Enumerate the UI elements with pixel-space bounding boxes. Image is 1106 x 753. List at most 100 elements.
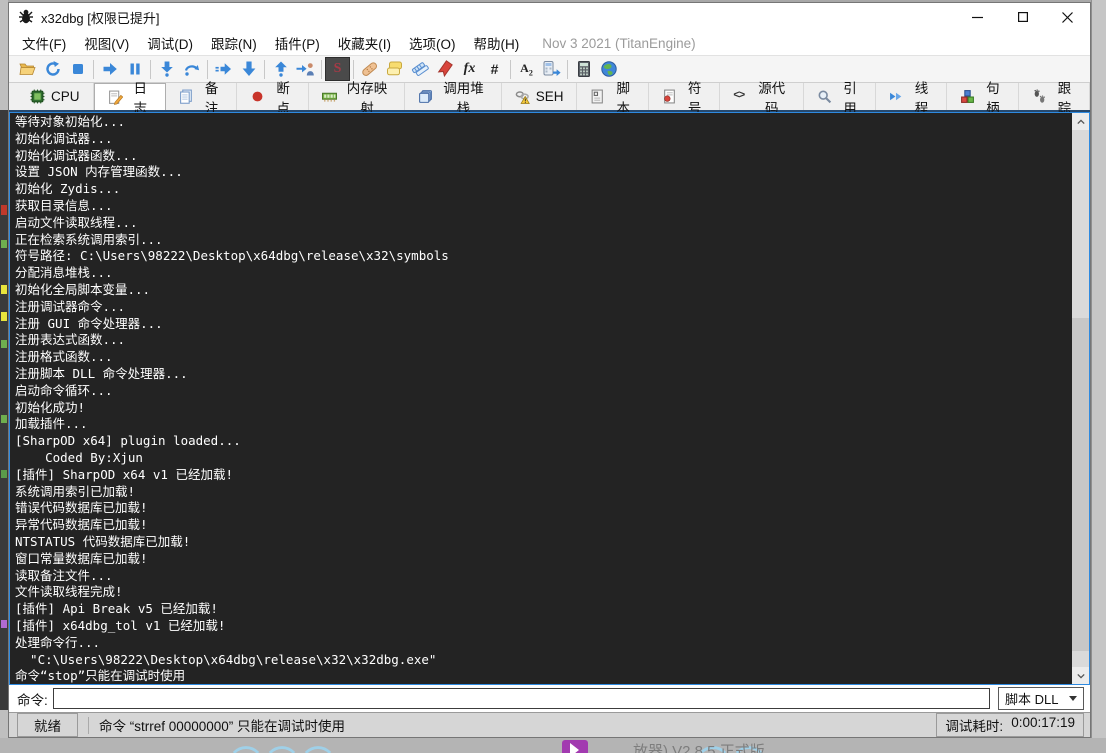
- menu-bar: 文件(F)视图(V)调试(D)跟踪(N)插件(P)收藏夹(I)选项(O)帮助(H…: [9, 31, 1090, 55]
- log-line: 正在检索系统调用索引...: [15, 232, 1072, 249]
- scrollbar-thumb[interactable]: [1072, 318, 1089, 651]
- cpu-icon: [30, 89, 45, 104]
- tab-label: 引用: [838, 77, 861, 117]
- stop-icon: [69, 60, 87, 78]
- tab-脚本[interactable]: 脚本: [577, 83, 648, 110]
- tab-label: 备注: [200, 77, 223, 117]
- window-title: x32dbg [权限已提升]: [41, 8, 160, 27]
- status-state: 就绪: [17, 713, 78, 737]
- tab-线程[interactable]: 线程: [876, 83, 947, 110]
- menu-item[interactable]: 帮助(H): [465, 30, 529, 56]
- big-down-arrow-icon: [240, 60, 258, 78]
- calculator-button[interactable]: [571, 57, 596, 81]
- menu-item[interactable]: 收藏夹(I): [329, 30, 400, 56]
- breakpoint-icon: [250, 89, 265, 104]
- run-icon: [101, 60, 119, 78]
- tab-日志[interactable]: 日志: [94, 83, 166, 110]
- step-into-icon: [158, 60, 176, 78]
- log-line: 符号路径: C:\Users\98222\Desktop\x64dbg\rele…: [15, 248, 1072, 265]
- calculator-icon: [575, 60, 593, 78]
- calc-send-icon: [542, 60, 561, 78]
- labels-button[interactable]: [407, 57, 432, 81]
- menu-item[interactable]: 文件(F): [13, 30, 75, 56]
- toolbar-separator: [264, 60, 265, 79]
- scrollbar-track[interactable]: [1072, 130, 1089, 667]
- command-input[interactable]: [53, 688, 990, 709]
- background-watermark: ⌒⌒⌒: [233, 740, 383, 753]
- tab-断点[interactable]: 断点: [237, 83, 308, 110]
- menu-item[interactable]: 视图(V): [75, 30, 138, 56]
- minimize-button[interactable]: [955, 3, 1000, 31]
- log-line: 初始化成功!: [15, 400, 1072, 417]
- tab-CPU[interactable]: CPU: [17, 83, 94, 110]
- close-button[interactable]: [1045, 3, 1090, 31]
- tab-符号[interactable]: 符号: [649, 83, 720, 110]
- log-line: 初始化全局脚本变量...: [15, 282, 1072, 299]
- attach-icon: [296, 60, 315, 78]
- menu-item[interactable]: 插件(P): [266, 30, 329, 56]
- maximize-button[interactable]: [1000, 3, 1045, 31]
- log-line: 系统调用索引已加载!: [15, 484, 1072, 501]
- log-line: Coded By:Xjun: [15, 450, 1072, 467]
- script-icon: [590, 89, 605, 104]
- debug-timer-label: 调试耗时:: [945, 715, 1003, 735]
- handles-icon: [960, 89, 975, 104]
- notes-icon: [179, 89, 194, 104]
- tab-跟踪[interactable]: 跟踪: [1019, 83, 1090, 110]
- toolbar-separator: [321, 60, 322, 79]
- tab-内存映射[interactable]: 内存映射: [309, 83, 405, 110]
- log-line: 初始化 Zydis...: [15, 181, 1072, 198]
- trace-icon: [1032, 89, 1047, 104]
- status-bar: 就绪 命令 “strref 00000000” 只能在调试时使用 调试耗时: 0…: [9, 712, 1090, 737]
- restart-icon: [44, 60, 62, 78]
- stop-button[interactable]: [65, 57, 90, 81]
- open-file-button[interactable]: [15, 57, 40, 81]
- menu-item[interactable]: 调试(D): [138, 30, 202, 56]
- tab-label: 调用堆栈: [439, 77, 487, 117]
- log-view[interactable]: 等待对象初始化...初始化调试器...初始化调试器函数...设置 JSON 内存…: [9, 112, 1090, 685]
- callstack-icon: [418, 89, 433, 104]
- background-window-left-sliver: [0, 0, 8, 753]
- menu-item[interactable]: 跟踪(N): [202, 30, 266, 56]
- x32dbg-window: x32dbg [权限已提升] 文件(F)视图(V)调试(D)跟踪(N)插件(P)…: [8, 2, 1091, 738]
- log-line: 错误代码数据库已加载!: [15, 500, 1072, 517]
- log-line: 注册表达式函数...: [15, 332, 1072, 349]
- log-scrollbar[interactable]: [1072, 113, 1089, 684]
- build-info: Nov 3 2021 (TitanEngine): [542, 36, 695, 51]
- appearance-button[interactable]: A2: [514, 57, 539, 81]
- up-arrow-icon: [272, 60, 290, 78]
- tab-源代码[interactable]: <>源代码: [720, 83, 804, 110]
- tab-引用[interactable]: 引用: [804, 83, 875, 110]
- tab-SEH[interactable]: SEH: [502, 83, 578, 110]
- step-into-button[interactable]: [154, 57, 179, 81]
- command-bar: 命令: 脚本 DLL: [9, 685, 1090, 712]
- step-out-button[interactable]: [236, 57, 261, 81]
- command-mode-value: 脚本 DLL: [1005, 689, 1058, 708]
- tab-label: 线程: [910, 77, 933, 117]
- tab-label: 内存映射: [343, 77, 391, 117]
- log-line: 设置 JSON 内存管理函数...: [15, 164, 1072, 181]
- attach-button[interactable]: [293, 57, 318, 81]
- log-line: "C:\Users\98222\Desktop\x64dbg\release\x…: [15, 652, 1072, 669]
- hash-icon: #: [491, 61, 499, 77]
- globe-icon: [600, 60, 618, 78]
- restart-button[interactable]: [40, 57, 65, 81]
- toolbar-separator: [150, 60, 151, 79]
- log-line: 加载插件...: [15, 416, 1072, 433]
- tab-调用堆栈[interactable]: 调用堆栈: [405, 83, 501, 110]
- tab-句柄[interactable]: 句柄: [947, 83, 1018, 110]
- log-line: 注册 GUI 命令处理器...: [15, 316, 1072, 333]
- background-version-text: 放器) V2.8.5 正式版: [633, 740, 765, 753]
- step-over-icon: [183, 60, 201, 78]
- log-line: [SharpOD x64] plugin loaded...: [15, 433, 1072, 450]
- menu-item[interactable]: 选项(O): [400, 30, 465, 56]
- tab-label: 源代码: [753, 77, 790, 117]
- calculator-send-button[interactable]: [539, 57, 564, 81]
- scrollbar-down-icon[interactable]: [1072, 667, 1089, 684]
- command-mode-dropdown[interactable]: 脚本 DLL: [998, 687, 1084, 710]
- tab-备注[interactable]: 备注: [166, 83, 237, 110]
- tab-label: 句柄: [981, 77, 1004, 117]
- scrollbar-up-icon[interactable]: [1072, 113, 1089, 130]
- references-icon: [817, 89, 832, 104]
- run-button[interactable]: [97, 57, 122, 81]
